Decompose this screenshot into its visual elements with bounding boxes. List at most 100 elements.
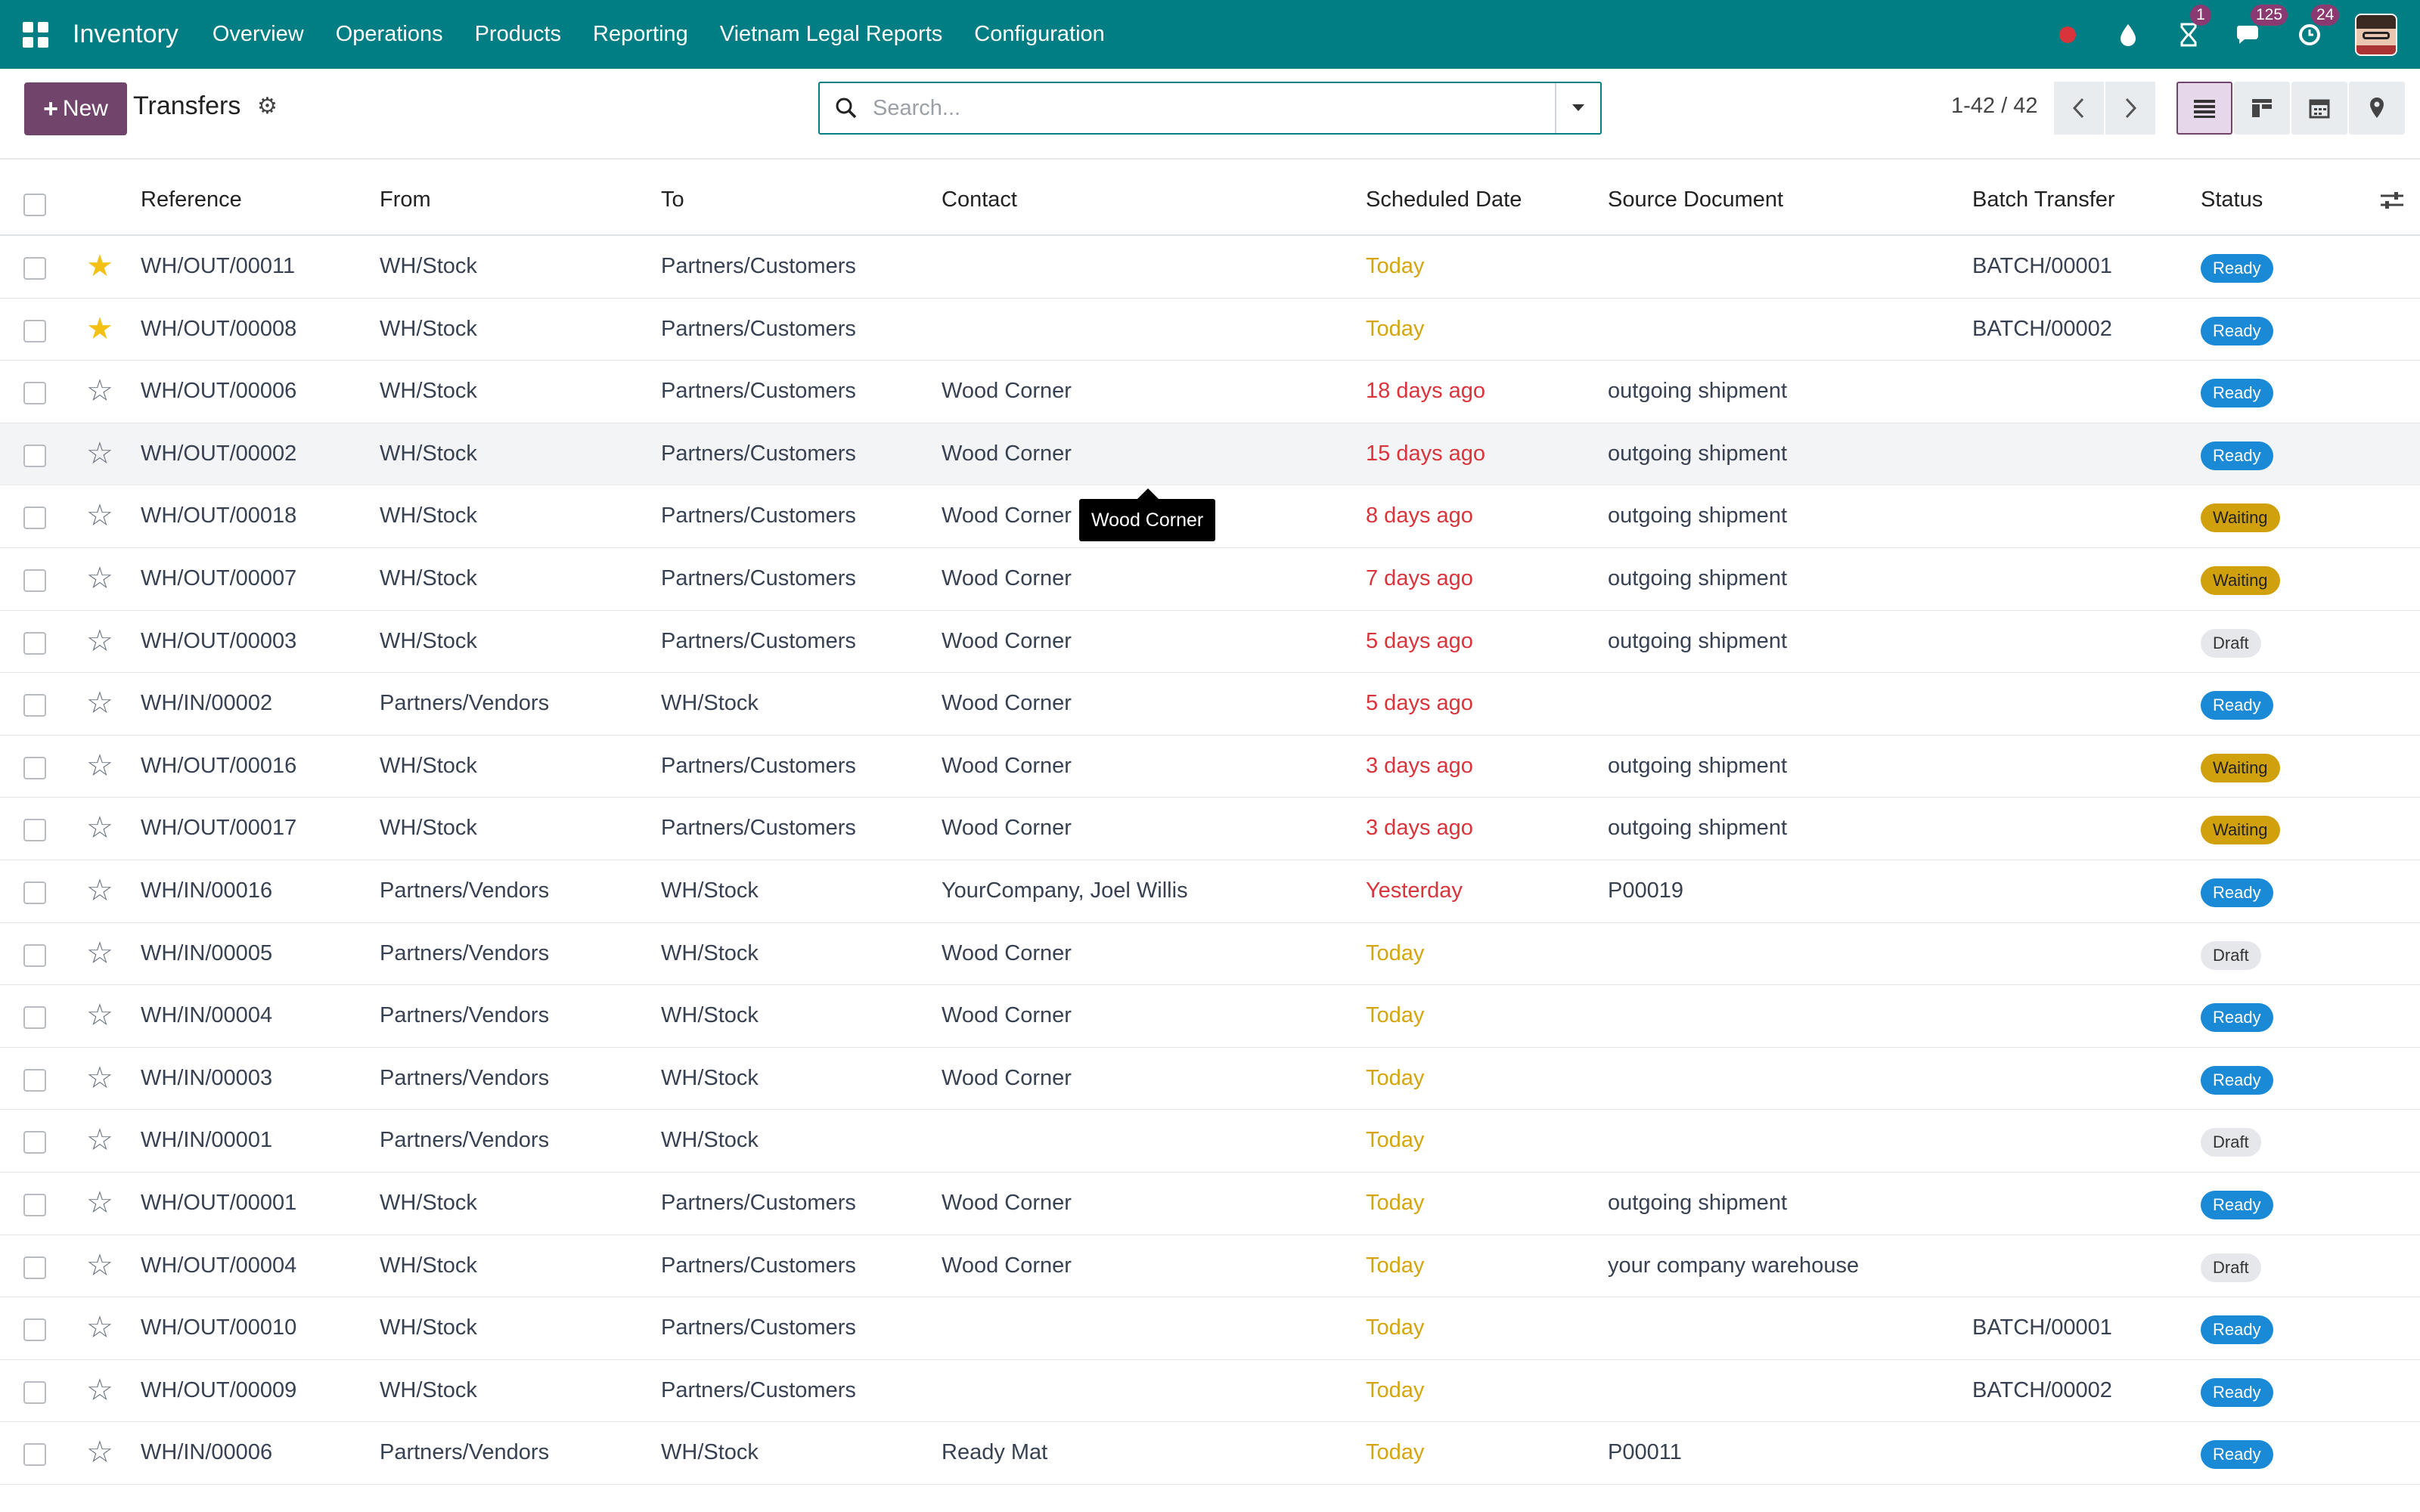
row-checkbox[interactable] bbox=[23, 694, 46, 717]
row-checkbox[interactable] bbox=[23, 819, 46, 842]
column-header-reference[interactable]: Reference bbox=[141, 187, 242, 212]
user-avatar[interactable] bbox=[2355, 13, 2397, 56]
pager-previous-button[interactable] bbox=[2054, 82, 2104, 135]
table-row[interactable]: ☆ WH/IN/00001 Partners/Vendors WH/Stock Toda… bbox=[0, 1110, 2420, 1173]
calendar-view-button[interactable] bbox=[2291, 82, 2347, 135]
app-brand[interactable]: Inventory bbox=[73, 20, 178, 49]
table-row[interactable]: ☆ WH/OUT/00007 WH/Stock Partners/Customers W… bbox=[0, 548, 2420, 611]
column-header-contact[interactable]: Contact bbox=[942, 187, 1017, 212]
priority-star-icon[interactable]: ★ bbox=[86, 249, 113, 283]
priority-star-icon[interactable]: ☆ bbox=[86, 624, 113, 658]
priority-star-icon[interactable]: ★ bbox=[86, 312, 113, 345]
priority-star-icon[interactable]: ☆ bbox=[86, 999, 113, 1032]
priority-star-icon[interactable]: ☆ bbox=[86, 686, 113, 720]
map-view-button[interactable] bbox=[2349, 82, 2405, 135]
row-checkbox[interactable] bbox=[23, 507, 46, 530]
column-header-scheduled-date[interactable]: Scheduled Date bbox=[1366, 187, 1522, 212]
row-checkbox[interactable] bbox=[23, 1443, 46, 1467]
table-row[interactable]: ☆ WH/IN/00006 Partners/Vendors WH/Stock Read… bbox=[0, 1422, 2420, 1485]
row-checkbox[interactable] bbox=[23, 881, 46, 904]
table-row[interactable]: ★ WH/OUT/00011 WH/Stock Partners/Customers T… bbox=[0, 236, 2420, 299]
pager-value[interactable]: 1-42 / 42 bbox=[1951, 94, 2037, 119]
priority-star-icon[interactable]: ☆ bbox=[86, 1123, 113, 1157]
activities-hourglass-icon[interactable]: 1 bbox=[2173, 4, 2211, 50]
row-checkbox[interactable] bbox=[23, 1380, 46, 1404]
column-header-status[interactable]: Status bbox=[2201, 187, 2263, 212]
menu-configuration[interactable]: Configuration bbox=[958, 22, 1121, 47]
table-row[interactable]: ☆ WH/OUT/00004 WH/Stock Partners/Customers W… bbox=[0, 1235, 2420, 1298]
row-checkbox[interactable] bbox=[23, 569, 46, 592]
menu-operations[interactable]: Operations bbox=[320, 22, 459, 47]
table-row[interactable]: ☆ WH/OUT/00009 WH/Stock Partners/Customers T… bbox=[0, 1360, 2420, 1423]
row-checkbox[interactable] bbox=[23, 319, 46, 342]
priority-star-icon[interactable]: ☆ bbox=[86, 1374, 113, 1407]
table-row[interactable]: ☆ WH/OUT/00003 WH/Stock Partners/Customers W… bbox=[0, 611, 2420, 674]
table-row[interactable]: ☆ WH/OUT/00010 WH/Stock Partners/Customers T… bbox=[0, 1297, 2420, 1360]
column-header-source-document[interactable]: Source Document bbox=[1608, 187, 1783, 212]
priority-star-icon[interactable]: ☆ bbox=[86, 1061, 113, 1095]
cell-batch-transfer: BATCH/00001 bbox=[1972, 1315, 2112, 1340]
priority-star-icon[interactable]: ☆ bbox=[86, 1249, 113, 1282]
menu-vietnam-legal-reports[interactable]: Vietnam Legal Reports bbox=[704, 22, 958, 47]
priority-star-icon[interactable]: ☆ bbox=[86, 562, 113, 595]
table-row[interactable]: ☆ WH/IN/00002 Partners/Vendors WH/Stock Wood… bbox=[0, 673, 2420, 736]
list-view-button[interactable] bbox=[2176, 82, 2232, 135]
pager-next-button[interactable] bbox=[2105, 82, 2155, 135]
row-checkbox[interactable] bbox=[23, 1318, 46, 1342]
row-checkbox[interactable] bbox=[23, 756, 46, 779]
search-filter-toggle-button[interactable] bbox=[1555, 83, 1600, 133]
kanban-view-button[interactable] bbox=[2234, 82, 2290, 135]
priority-star-icon[interactable]: ☆ bbox=[86, 1311, 113, 1344]
row-checkbox[interactable] bbox=[23, 1193, 46, 1216]
row-checkbox[interactable] bbox=[23, 1131, 46, 1154]
search-input[interactable] bbox=[873, 85, 1555, 131]
table-row[interactable]: ☆ WH/IN/00005 Partners/Vendors WH/Stock Wood… bbox=[0, 923, 2420, 986]
priority-star-icon[interactable]: ☆ bbox=[86, 437, 113, 470]
select-all-checkbox[interactable] bbox=[23, 194, 46, 216]
row-checkbox[interactable] bbox=[23, 943, 46, 967]
row-checkbox[interactable] bbox=[23, 257, 46, 280]
column-header-batch-transfer[interactable]: Batch Transfer bbox=[1972, 187, 2115, 212]
priority-star-icon[interactable]: ☆ bbox=[86, 811, 113, 844]
priority-star-icon[interactable]: ☆ bbox=[86, 749, 113, 782]
app-menu-icon[interactable] bbox=[23, 21, 48, 48]
row-checkbox[interactable] bbox=[23, 444, 46, 467]
table-row[interactable]: ☆ WH/OUT/00002 WH/Stock Partners/Customers W… bbox=[0, 423, 2420, 486]
table-row[interactable]: ★ WH/OUT/00008 WH/Stock Partners/Customers T… bbox=[0, 299, 2420, 361]
menu-overview[interactable]: Overview bbox=[197, 22, 320, 47]
row-checkbox[interactable] bbox=[23, 382, 46, 405]
messages-chat-icon[interactable]: 125 bbox=[2234, 4, 2288, 50]
status-badge: Ready bbox=[2201, 691, 2273, 720]
status-badge: Waiting bbox=[2201, 816, 2280, 845]
priority-star-icon[interactable]: ☆ bbox=[86, 874, 113, 907]
reminders-clock-icon[interactable]: 24 bbox=[2294, 4, 2340, 50]
priority-star-icon[interactable]: ☆ bbox=[86, 1436, 113, 1469]
table-row[interactable]: ☆ WH/OUT/00017 WH/Stock Partners/Customers W… bbox=[0, 798, 2420, 860]
priority-star-icon[interactable]: ☆ bbox=[86, 937, 113, 970]
priority-star-icon[interactable]: ☆ bbox=[86, 1186, 113, 1219]
priority-star-icon[interactable]: ☆ bbox=[86, 374, 113, 407]
gear-icon[interactable]: ⚙ bbox=[257, 93, 278, 119]
menu-products[interactable]: Products bbox=[459, 22, 577, 47]
row-checkbox[interactable] bbox=[23, 1006, 46, 1030]
new-button[interactable]: + New bbox=[24, 82, 127, 135]
cell-source-document: P00019 bbox=[1608, 878, 1683, 903]
menu-reporting[interactable]: Reporting bbox=[577, 22, 704, 47]
recording-dot-icon[interactable] bbox=[2052, 20, 2083, 50]
column-header-from[interactable]: From bbox=[380, 187, 431, 212]
table-row[interactable]: ☆ WH/OUT/00016 WH/Stock Partners/Customers W… bbox=[0, 736, 2420, 798]
table-row[interactable]: ☆ WH/IN/00004 Partners/Vendors WH/Stock Wood… bbox=[0, 985, 2420, 1048]
row-checkbox[interactable] bbox=[23, 1256, 46, 1279]
optional-columns-sliders-icon[interactable] bbox=[2379, 189, 2405, 218]
table-row[interactable]: ☆ WH/IN/00016 Partners/Vendors WH/Stock Your… bbox=[0, 860, 2420, 923]
cell-reference: WH/IN/00006 bbox=[141, 1440, 273, 1465]
row-checkbox[interactable] bbox=[23, 631, 46, 655]
table-row[interactable]: ☆ WH/OUT/00006 WH/Stock Partners/Customers W… bbox=[0, 361, 2420, 423]
table-row[interactable]: ☆ WH/OUT/00001 WH/Stock Partners/Customers W… bbox=[0, 1173, 2420, 1235]
cell-to: WH/Stock bbox=[661, 940, 759, 965]
row-checkbox[interactable] bbox=[23, 1068, 46, 1092]
column-header-to[interactable]: To bbox=[661, 187, 684, 212]
priority-star-icon[interactable]: ☆ bbox=[86, 499, 113, 532]
droplet-icon[interactable] bbox=[2113, 20, 2143, 50]
table-row[interactable]: ☆ WH/IN/00003 Partners/Vendors WH/Stock Wood… bbox=[0, 1048, 2420, 1111]
